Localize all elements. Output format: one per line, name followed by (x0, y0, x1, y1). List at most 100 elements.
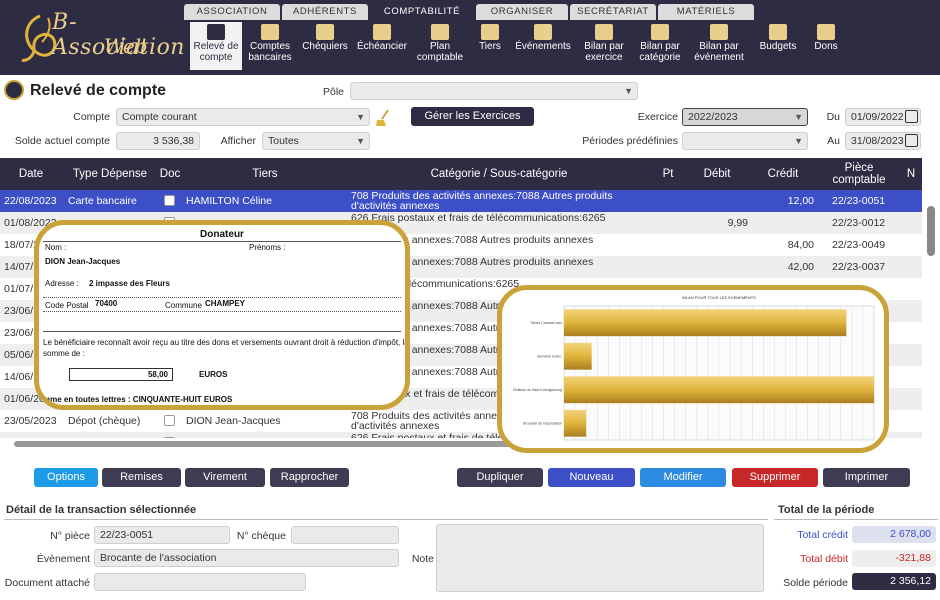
solde-periode-value: 2 356,12 (852, 573, 936, 590)
prenoms-label: Prénoms : (249, 243, 286, 252)
remises-button[interactable]: Remises (102, 468, 181, 487)
calendar-check-icon (710, 24, 728, 40)
cell-tiers: HAMILTON Céline (186, 195, 272, 207)
periodes-label: Périodes prédéfinies (582, 135, 678, 147)
options-button[interactable]: Options (34, 468, 98, 487)
tool-plan-comptable[interactable]: Plan comptable (412, 22, 468, 70)
bilan-evenements-chart: BILAN POUR TOUS LES EVENEMENTS Tartes Car… (497, 285, 889, 453)
tool-bilan-evenement[interactable]: Bilan par événement (688, 22, 750, 70)
col-debit[interactable]: Débit (686, 158, 748, 190)
du-label: Du (826, 111, 840, 123)
category-label: Château du Haut-Koenigsbourg (513, 388, 562, 392)
nouveau-button[interactable]: Nouveau (548, 468, 635, 487)
detail-title: Détail de la transaction sélectionnée (6, 504, 197, 516)
col-categorie[interactable]: Catégorie / Sous-catégorie (348, 158, 650, 190)
tool-evenements[interactable]: Événements (512, 22, 574, 70)
virement-button[interactable]: Virement (185, 468, 265, 487)
divider (4, 519, 768, 520)
tab-association[interactable]: ASSOCIATION (184, 4, 280, 20)
cell-piece: 22/23-0037 (832, 261, 886, 273)
chevron-down-icon: ▼ (624, 86, 633, 96)
cell-type: Carte bancaire (68, 195, 137, 207)
cell-debit (686, 234, 748, 256)
exercice-label: Exercice (637, 111, 678, 123)
chart-icon (595, 24, 613, 40)
afficher-select[interactable]: Toutes ▼ (262, 132, 370, 150)
doc-checkbox[interactable] (164, 415, 175, 426)
tab-secretariat[interactable]: SECRÉTARIAT (570, 4, 656, 20)
tool-bilan-categorie[interactable]: Bilan par catégorie (634, 22, 686, 70)
bar (564, 376, 874, 404)
col-n[interactable]: N (900, 158, 922, 190)
scroll-thumb[interactable] (927, 206, 935, 256)
periodes-select[interactable]: ▼ (682, 132, 808, 150)
col-date[interactable]: Date (0, 158, 62, 190)
total-credit-value: 2 678,00 (852, 526, 936, 543)
tool-dons[interactable]: Dons (806, 22, 846, 70)
col-type-depense[interactable]: Type Dépense (62, 158, 158, 190)
cell-date: 23/05/2023 (4, 415, 57, 427)
chevron-down-icon: ▼ (356, 112, 365, 122)
dupliquer-button[interactable]: Dupliquer (457, 468, 543, 487)
tab-comptabilite[interactable]: COMPTABILITÉ (370, 4, 474, 20)
broom-icon[interactable] (374, 108, 392, 128)
tab-adherents[interactable]: ADHÉRENTS (282, 4, 368, 20)
col-piece[interactable]: Pièce comptable (822, 158, 896, 190)
gerer-exercices-button[interactable]: Gérer les Exercices (411, 107, 534, 126)
page-logo-icon (4, 80, 24, 100)
cell-credit: 84,00 (787, 239, 814, 251)
cp-value: 70400 (95, 299, 118, 308)
calendar-icon (534, 24, 552, 40)
col-pt[interactable]: Pt (650, 158, 686, 190)
exercice-select[interactable]: 2022/2023 ▼ (682, 108, 808, 126)
app-logo[interactable]: B-Association Web (18, 8, 184, 66)
compte-select[interactable]: Compte courant ▼ (116, 108, 370, 126)
table-row[interactable]: 22/08/2023 Carte bancaire HAMILTON Céline 7… (0, 190, 922, 212)
donateur-title: Donateur (200, 229, 244, 240)
cheque-label: N° chèque (236, 530, 286, 542)
chevron-down-icon: ▼ (794, 112, 803, 122)
document-field[interactable] (94, 573, 306, 591)
tab-materiels[interactable]: MATÉRIELS (658, 4, 754, 20)
tool-tiers[interactable]: Tiers (470, 22, 510, 70)
col-credit[interactable]: Crédit (748, 158, 818, 190)
cp-label: Code Postal (45, 301, 89, 310)
calendar-clock-icon (373, 24, 391, 40)
table-header: Date Type Dépense Doc Tiers Catégorie / … (0, 158, 922, 190)
cell-debit: 9,99 (727, 217, 748, 229)
tool-echeancier[interactable]: Échéancier (354, 22, 410, 70)
devise-label: EUROS (199, 370, 228, 379)
note-field[interactable] (436, 524, 764, 592)
tool-bilan-exercice[interactable]: Bilan par exercice (576, 22, 632, 70)
col-tiers[interactable]: Tiers (182, 158, 348, 190)
bar (564, 309, 847, 337)
tab-organiser[interactable]: ORGANISER (476, 4, 568, 20)
col-doc[interactable]: Doc (158, 158, 182, 190)
commune-value: CHAMPEY (205, 299, 246, 308)
cell-tiers: DION Jean-Jacques (186, 415, 281, 427)
cheque-field[interactable] (291, 526, 399, 544)
page-title: Relevé de compte (30, 82, 167, 99)
pole-select[interactable]: ▼ (350, 82, 638, 100)
evenement-field[interactable]: Brocante de l'association (94, 549, 399, 567)
vertical-scrollbar[interactable] (924, 158, 938, 440)
tool-releve[interactable]: Relevé de compte (190, 22, 242, 70)
montant-value: 58,00 (69, 368, 173, 381)
calendar-icon[interactable] (905, 110, 918, 123)
doc-checkbox[interactable] (164, 195, 175, 206)
piece-field[interactable]: 22/23-0051 (94, 526, 230, 544)
tool-budgets[interactable]: Budgets (754, 22, 802, 70)
compte-label: Compte (73, 111, 110, 123)
ledger-icon (431, 24, 449, 40)
modifier-button[interactable]: Modifier (640, 468, 726, 487)
calendar-icon[interactable] (905, 134, 918, 147)
tool-comptes-bancaires[interactable]: Comptes bancaires (244, 22, 296, 70)
rapprocher-button[interactable]: Rapprocher (270, 468, 349, 487)
supprimer-button[interactable]: Supprimer (732, 468, 818, 487)
donateur-receipt-preview: Donateur Nom : Prénoms : DION Jean-Jacqu… (34, 220, 410, 410)
tool-chequiers[interactable]: Chéquiers (298, 22, 352, 70)
total-debit-value: -321,88 (852, 550, 936, 567)
bar-chart: BILAN POUR TOUS LES EVENEMENTS Tartes Car… (513, 295, 875, 441)
logo-subtext: Web (104, 34, 148, 58)
imprimer-button[interactable]: Imprimer (823, 468, 910, 487)
